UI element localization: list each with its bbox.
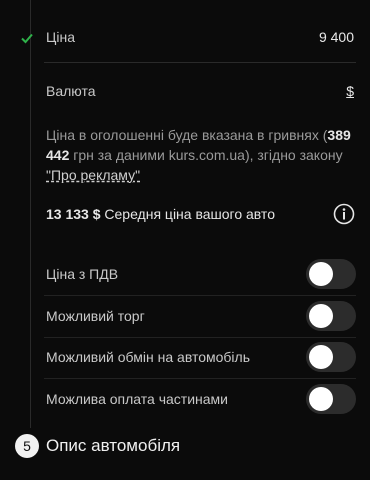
check-icon bbox=[21, 33, 33, 44]
price-input[interactable]: 9 400 bbox=[319, 29, 354, 45]
installment-label: Можлива оплата частинами bbox=[46, 391, 228, 407]
price-label: Ціна bbox=[46, 29, 75, 45]
bargain-toggle[interactable] bbox=[306, 301, 356, 331]
price-form-panel: Ціна 9 400 Валюта $ Ціна в оголошенні бу… bbox=[0, 0, 370, 480]
currency-select[interactable]: $ bbox=[346, 83, 354, 99]
average-price-amount: 13 133 $ bbox=[46, 206, 101, 222]
info-icon[interactable] bbox=[333, 203, 355, 225]
divider bbox=[44, 295, 356, 296]
divider bbox=[44, 62, 356, 63]
section-title: Опис автомобіля bbox=[46, 436, 181, 455]
vat-label: Ціна з ПДВ bbox=[46, 266, 119, 282]
price-note: Ціна в оголошенні буде вказана в гривнях… bbox=[46, 125, 358, 185]
vat-toggle[interactable] bbox=[306, 259, 356, 289]
exchange-label: Можливий обмін на автомобіль bbox=[46, 349, 250, 365]
average-price-label: Середня ціна вашого авто bbox=[104, 206, 275, 222]
currency-label: Валюта bbox=[46, 83, 96, 99]
installment-toggle[interactable] bbox=[306, 384, 356, 414]
exchange-toggle[interactable] bbox=[306, 342, 356, 372]
step-number-badge: 5 bbox=[15, 434, 39, 458]
average-price: 13 133 $ Середня ціна вашого авто bbox=[46, 206, 275, 222]
step-connector-line bbox=[30, 0, 31, 428]
divider bbox=[44, 337, 356, 338]
bargain-label: Можливий торг bbox=[46, 308, 145, 324]
advertising-law-link[interactable]: "Про рекламу" bbox=[46, 167, 140, 183]
note-text-1: Ціна в оголошенні буде вказана в гривнях… bbox=[46, 127, 328, 143]
divider bbox=[44, 378, 356, 379]
note-text-2: грн за даними kurs.com.ua), згідно закон… bbox=[69, 147, 343, 163]
